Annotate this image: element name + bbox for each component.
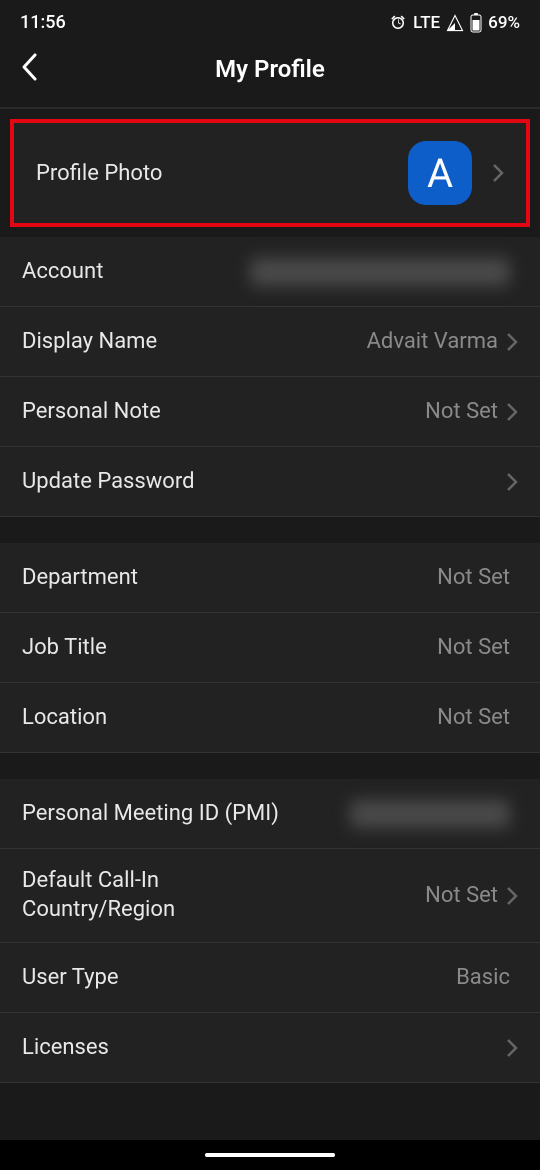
page-header: My Profile [0,41,540,107]
row-job-title[interactable]: Job Title Not Set [0,613,540,683]
chevron-right-icon [506,332,518,352]
row-location[interactable]: Location Not Set [0,683,540,753]
row-call-in-country[interactable]: Default Call-InCountry/Region Not Set [0,849,540,943]
row-value-redacted [350,800,510,828]
nav-handle[interactable] [205,1153,335,1157]
chevron-right-icon [492,163,504,183]
chevron-right-icon [506,402,518,422]
row-label: Account [22,259,250,284]
row-licenses[interactable]: Licenses [0,1013,540,1083]
row-personal-note[interactable]: Personal Note Not Set [0,377,540,447]
battery-level: 69% [488,13,520,33]
status-time: 11:56 [20,12,66,33]
section-gap [0,517,540,543]
avatar-initial: A [427,150,453,197]
row-value-redacted [250,258,510,286]
battery-icon [470,13,482,33]
section-gap [0,753,540,779]
status-bar: 11:56 LTE 69% [0,0,540,41]
row-label: Update Password [22,469,506,494]
row-label: Profile Photo [36,161,408,186]
row-label: Location [22,705,437,730]
avatar: A [408,141,472,205]
row-label: Personal Note [22,399,425,424]
row-label: Job Title [22,635,437,660]
alarm-icon [389,14,407,32]
row-value: Not Set [437,635,510,660]
row-value: Not Set [437,705,510,730]
row-label: Licenses [22,1035,506,1060]
row-account[interactable]: Account [0,237,540,307]
chevron-right-icon [506,472,518,492]
row-value: Not Set [425,883,498,908]
network-type: LTE [413,13,440,33]
row-profile-photo[interactable]: Profile Photo A [10,119,530,227]
row-update-password[interactable]: Update Password [0,447,540,517]
back-button[interactable] [20,52,38,86]
status-indicators: LTE 69% [389,13,520,33]
signal-icon [446,14,464,32]
row-user-type[interactable]: User Type Basic [0,943,540,1013]
row-department[interactable]: Department Not Set [0,543,540,613]
row-label: Display Name [22,329,367,354]
row-label: Department [22,565,437,590]
divider [0,107,540,109]
row-label: Default Call-InCountry/Region [22,867,425,924]
page-title: My Profile [20,55,520,83]
chevron-right-icon [506,1038,518,1058]
row-value: Basic [456,965,510,990]
row-value: Advait Varma [367,329,498,354]
row-value: Not Set [425,399,498,424]
row-value: Not Set [437,565,510,590]
row-label: Personal Meeting ID (PMI) [22,801,350,826]
row-label: User Type [22,965,456,990]
nav-bar [0,1140,540,1170]
chevron-right-icon [506,886,518,906]
row-pmi[interactable]: Personal Meeting ID (PMI) [0,779,540,849]
row-display-name[interactable]: Display Name Advait Varma [0,307,540,377]
